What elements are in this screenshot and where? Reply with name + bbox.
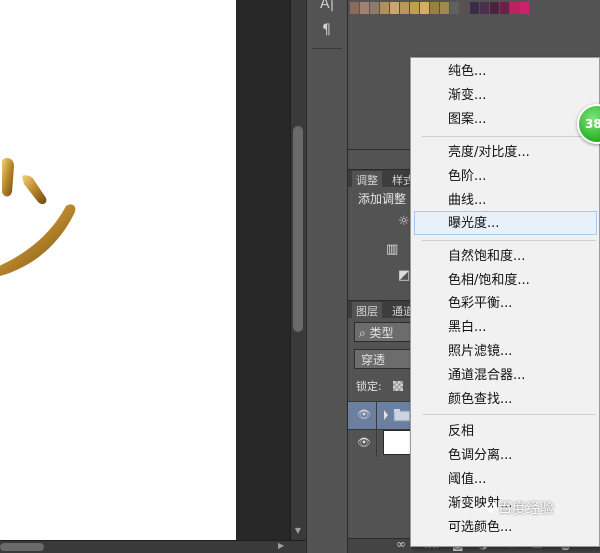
menu-item[interactable]: 反相 — [448, 422, 474, 442]
scroll-down-arrow-icon[interactable]: ▼ — [292, 526, 304, 538]
blend-mode-select[interactable]: 穿透 — [354, 349, 414, 369]
color-swatch[interactable] — [430, 2, 439, 14]
menu-item[interactable]: 自然饱和度... — [448, 247, 525, 267]
menu-item[interactable]: 颜色查找... — [448, 390, 512, 410]
menu-item[interactable]: 色彩平衡... — [448, 294, 512, 314]
gold-glyph-image — [0, 158, 76, 276]
color-swatch[interactable] — [350, 2, 359, 14]
layer-kind-filter[interactable]: ⌕ 类型 — [354, 322, 414, 342]
menu-item[interactable]: 照片滤镜... — [448, 342, 512, 362]
menu-separator — [422, 414, 596, 415]
lock-label: 锁定: — [356, 380, 382, 393]
horizontal-scrollbar[interactable] — [0, 540, 306, 553]
color-swatch[interactable] — [500, 2, 509, 14]
visibility-eye-icon[interactable]: 👁 — [357, 436, 371, 449]
color-swatch[interactable] — [400, 2, 409, 14]
menu-item[interactable]: 图案... — [448, 110, 486, 130]
color-swatch[interactable] — [510, 2, 519, 14]
menu-item[interactable]: 黑白... — [448, 318, 486, 338]
color-swatch[interactable] — [460, 2, 469, 14]
divider — [376, 429, 377, 457]
menu-item[interactable]: 曝光度... — [448, 214, 499, 234]
color-swatch[interactable] — [480, 2, 489, 14]
color-swatch[interactable] — [520, 2, 529, 14]
color-swatch[interactable] — [490, 2, 499, 14]
menu-separator — [422, 136, 596, 137]
photo-filter-icon[interactable]: ◩ — [398, 268, 410, 283]
canvas-pasteboard — [236, 0, 290, 540]
color-swatch[interactable] — [450, 2, 459, 14]
baidu-paw-logo-icon — [484, 502, 498, 513]
menu-separator — [422, 240, 596, 241]
brightness-icon[interactable]: ☼ — [398, 214, 410, 229]
document-canvas[interactable] — [0, 0, 236, 540]
menu-item[interactable]: 阈值... — [448, 470, 486, 490]
color-swatch[interactable] — [370, 2, 379, 14]
menu-item-highlight — [414, 211, 597, 235]
menu-item[interactable]: 色调分离... — [448, 446, 512, 466]
vertical-scroll-thumb[interactable] — [293, 126, 303, 332]
menu-item[interactable]: 纯色... — [448, 62, 486, 82]
divider — [376, 401, 377, 429]
menu-item[interactable]: 渐变... — [448, 86, 486, 106]
visibility-eye-icon[interactable]: 👁 — [357, 408, 371, 421]
menu-item[interactable]: 可选颜色... — [448, 518, 512, 538]
menu-item[interactable]: 曲线... — [448, 191, 486, 211]
scroll-right-arrow-icon[interactable]: ▶ — [278, 541, 284, 550]
paragraph-panel-icon[interactable]: ¶ — [322, 22, 331, 38]
kind-filter-value: 类型 — [369, 326, 394, 340]
watermark-text: 百度经验 — [498, 501, 554, 517]
menu-item[interactable]: 通道混合器... — [448, 366, 525, 386]
character-panel-icon[interactable]: A| — [320, 0, 334, 12]
panel-tool-strip — [306, 0, 348, 553]
color-swatch[interactable] — [440, 2, 449, 14]
color-swatch[interactable] — [380, 2, 389, 14]
tab-layers[interactable]: 图层 — [352, 302, 382, 318]
horizontal-scroll-thumb[interactable] — [0, 543, 44, 551]
link-layers-icon[interactable]: ∞ — [396, 537, 406, 551]
color-swatch[interactable] — [470, 2, 479, 14]
group-folder-icon[interactable] — [384, 408, 412, 422]
add-adjustment-label: 添加调整 — [358, 192, 407, 206]
menu-item[interactable]: 色阶... — [448, 167, 486, 187]
menu-item[interactable]: 色相/饱和度... — [448, 271, 530, 291]
tab-adjustments[interactable]: 调整 — [352, 171, 382, 187]
color-swatch[interactable] — [420, 2, 429, 14]
color-swatch[interactable] — [390, 2, 399, 14]
color-swatch[interactable] — [410, 2, 419, 14]
menu-item[interactable]: 亮度/对比度... — [448, 143, 530, 163]
levels-icon[interactable]: ▥ — [386, 242, 398, 257]
color-swatch[interactable] — [360, 2, 369, 14]
divider — [312, 48, 342, 49]
lock-transparency-icon[interactable] — [393, 381, 403, 391]
